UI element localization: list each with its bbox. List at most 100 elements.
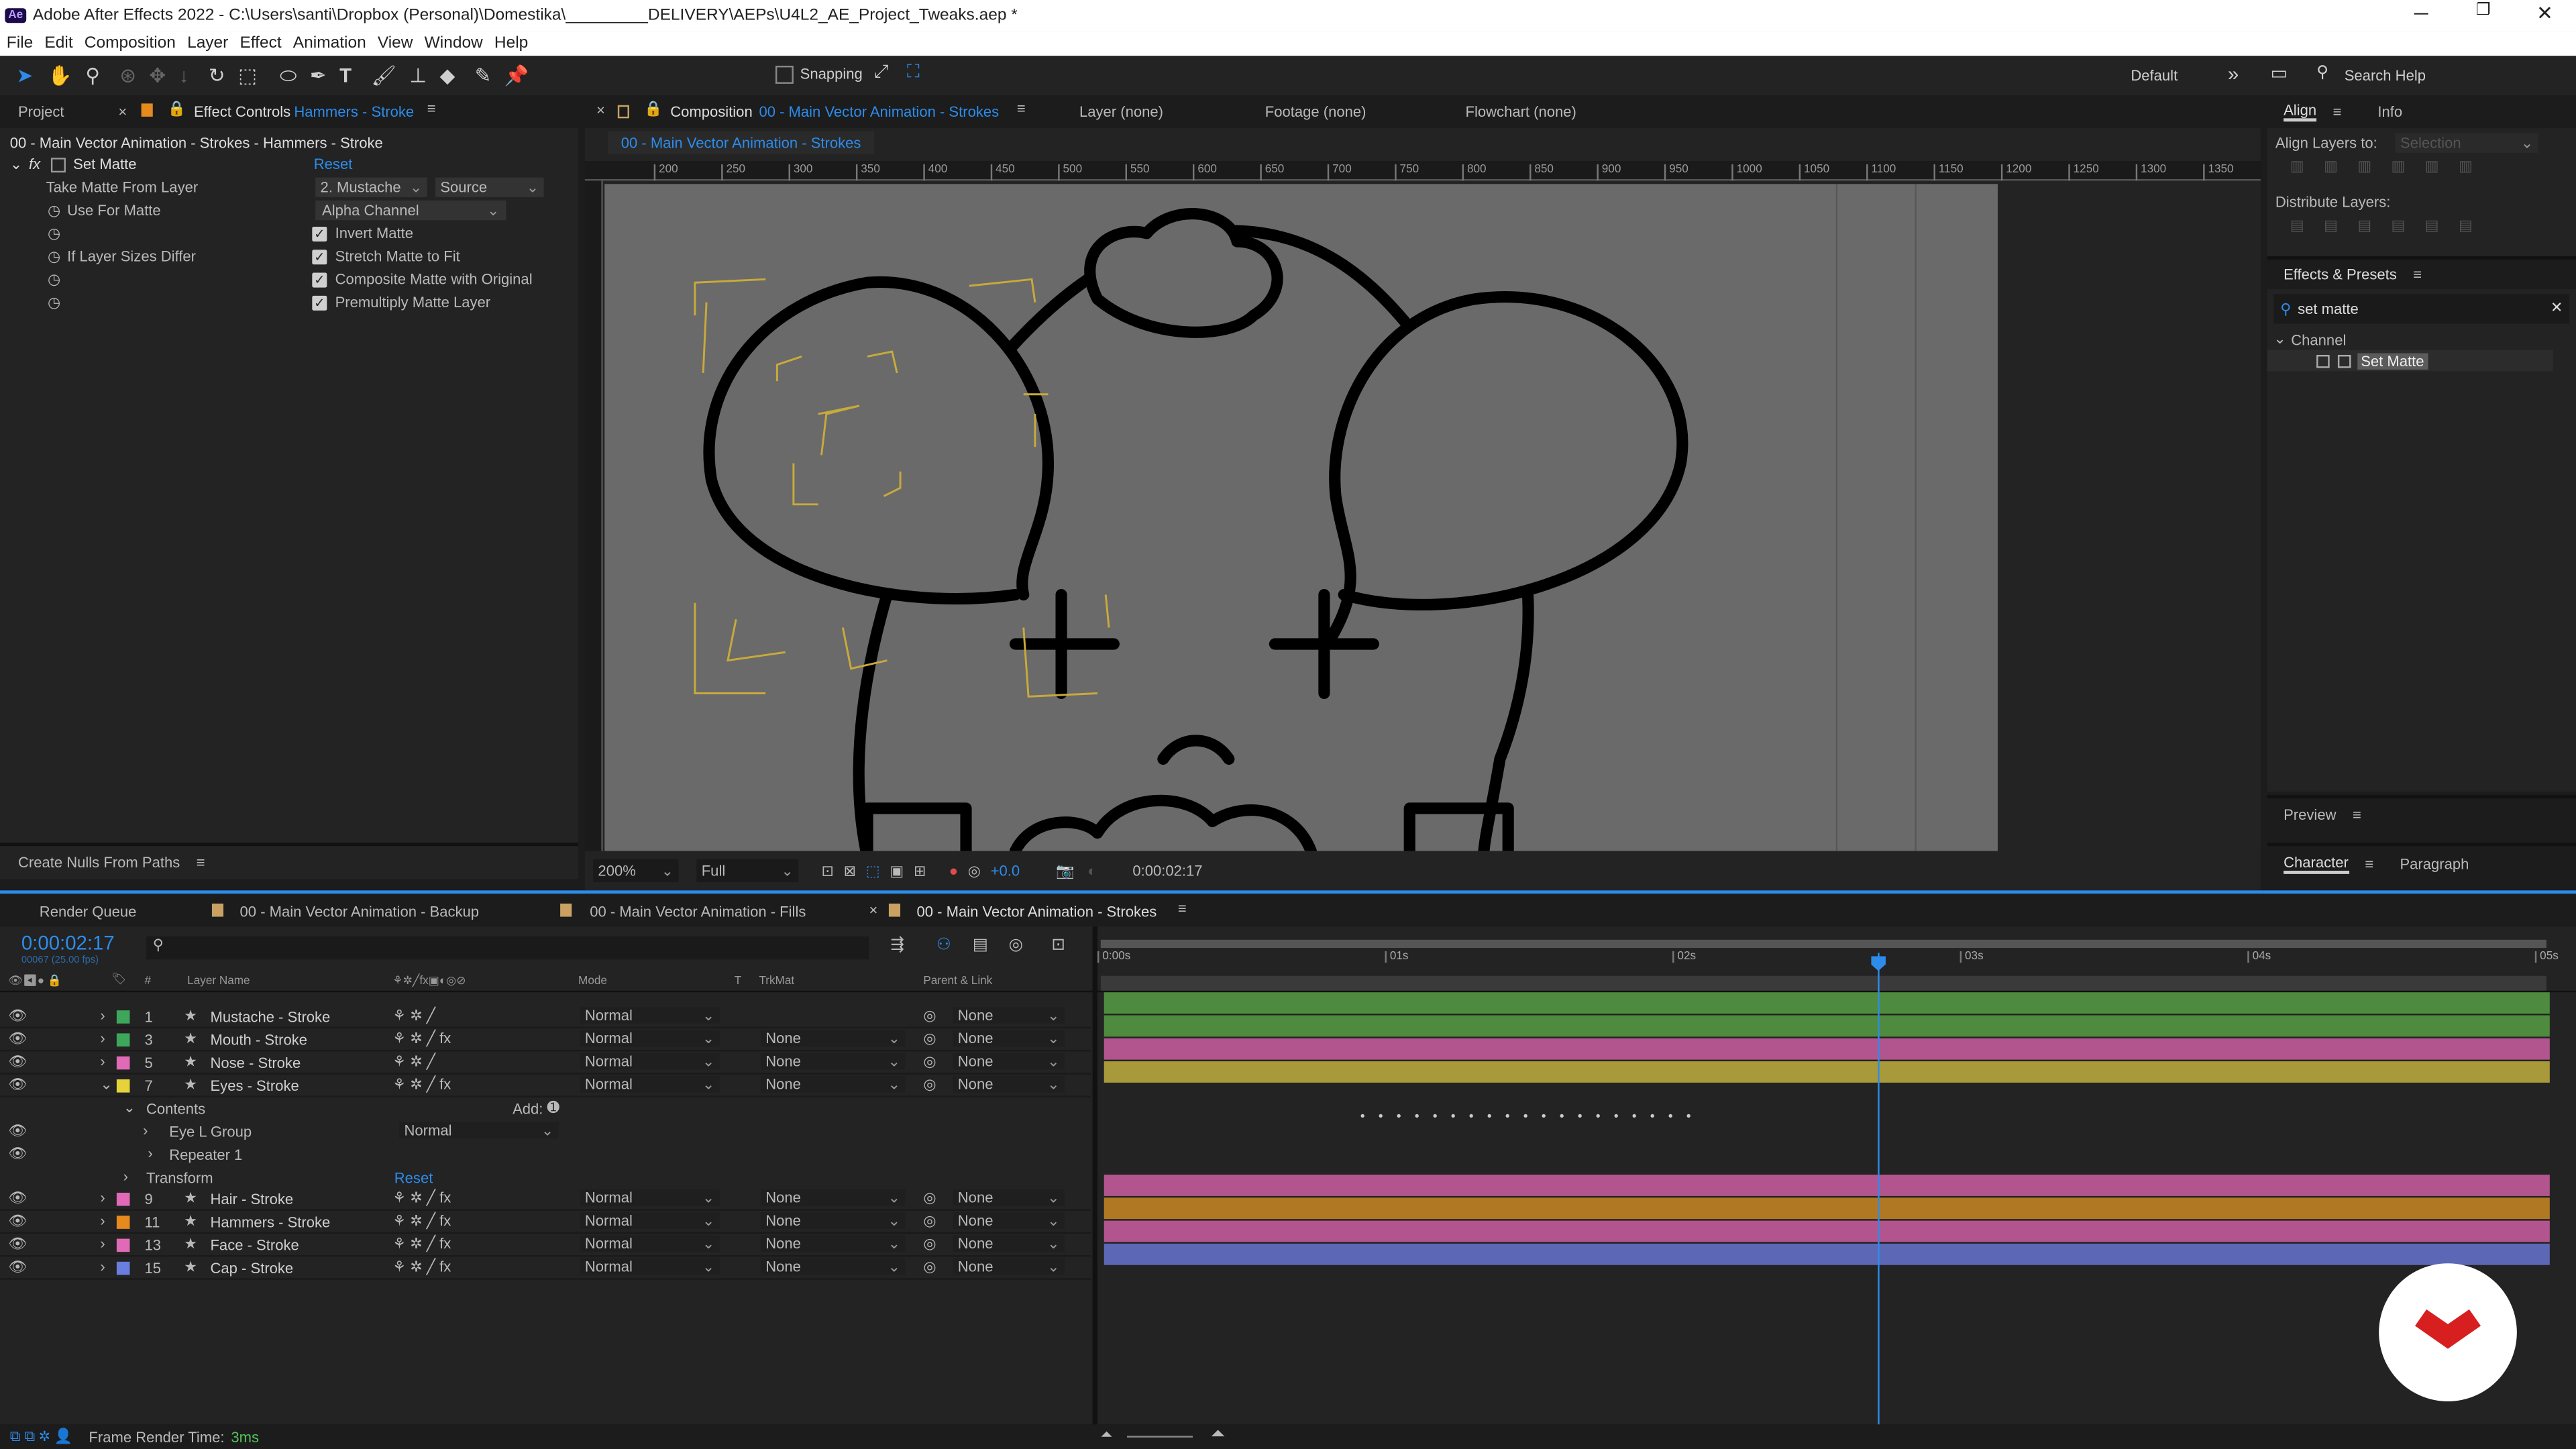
tab-paragraph[interactable]: Paragraph xyxy=(2400,856,2469,872)
comp-timecode[interactable]: 0:00:02:17 xyxy=(1132,863,1202,879)
roto-tool-icon[interactable]: ✎ xyxy=(475,64,492,87)
layer-bar[interactable] xyxy=(1104,1038,2550,1060)
close-tab-icon[interactable]: × xyxy=(869,902,878,918)
layer-name[interactable]: Hair - Stroke xyxy=(210,1191,293,1208)
comp-viewer[interactable] xyxy=(604,184,1998,851)
parent-dropdown[interactable]: None xyxy=(953,1212,1065,1229)
pan-tool-icon[interactable]: ✥ xyxy=(150,64,166,87)
tab-effect-layer[interactable]: Hammers - Stroke xyxy=(294,103,414,119)
status-icons[interactable]: ⧉ ⧉ ✲ 👤 xyxy=(10,1428,72,1446)
stamp-tool-icon[interactable]: ⊥ xyxy=(409,64,427,87)
align-to-dropdown[interactable]: Selection xyxy=(2395,133,2538,153)
expand-chevron-icon[interactable]: ⌄ xyxy=(2273,330,2286,348)
zoom-dropdown[interactable]: 200% xyxy=(593,859,679,883)
layer-bar[interactable] xyxy=(1104,1243,2550,1265)
panel-menu-icon[interactable]: ≡ xyxy=(197,854,205,870)
tab-align[interactable]: Align xyxy=(2284,102,2317,122)
tab-strokes[interactable]: 00 - Main Vector Animation - Strokes xyxy=(917,904,1157,920)
effect-reset-link[interactable]: Reset xyxy=(314,156,353,172)
stopwatch-icon[interactable]: ◷ xyxy=(48,293,60,311)
menu-file[interactable]: File xyxy=(7,34,33,52)
tab-info[interactable]: Info xyxy=(2377,103,2402,119)
mode-dropdown[interactable]: Normal xyxy=(580,1007,720,1024)
layer-switches-icons[interactable]: ⚘ ✲ ╱ fx xyxy=(392,1030,451,1049)
eye-icon[interactable]: 👁 xyxy=(8,1145,27,1163)
layer-bar[interactable] xyxy=(1104,1220,2550,1242)
snapshot-icon[interactable]: 📷 xyxy=(1056,862,1074,880)
work-area-bar[interactable] xyxy=(1100,939,2546,949)
trkmat-dropdown[interactable]: None xyxy=(760,1258,906,1275)
layer-bar[interactable] xyxy=(1104,992,2550,1014)
tab-fills[interactable]: 00 - Main Vector Animation - Fills xyxy=(590,904,806,920)
tab-layer[interactable]: Layer (none) xyxy=(1079,103,1163,119)
eye-icon[interactable]: 👁 xyxy=(8,1030,27,1049)
eye-icon[interactable]: 👁 xyxy=(8,1007,27,1025)
parent-dropdown[interactable]: None xyxy=(953,1258,1065,1275)
eye-icon[interactable]: 👁 xyxy=(8,1053,27,1071)
stopwatch-icon[interactable]: ◷ xyxy=(48,248,60,266)
snap-option-icon[interactable]: ⤢ xyxy=(874,62,889,84)
mask-icon[interactable]: ⬚ xyxy=(866,862,880,880)
twirl-icon[interactable]: › xyxy=(100,1053,105,1069)
layer-switches-icons[interactable]: ⚘ ✲ ╱ fx xyxy=(392,1189,451,1208)
group-mode-dropdown[interactable]: Normal xyxy=(399,1122,559,1139)
layer-row[interactable]: 👁 › 11 ★ Hammers - Stroke ⚘ ✲ ╱ fx Normal None ◎… xyxy=(0,1211,1091,1234)
add-icon[interactable]: ➊ xyxy=(547,1099,559,1117)
composite-matte-checkbox[interactable]: ✓ xyxy=(312,272,327,287)
create-nulls-tab[interactable]: Create Nulls From Paths xyxy=(18,854,180,870)
zoom-out-icon[interactable]: ⏶ xyxy=(1101,1426,1113,1444)
restore-icon[interactable]: ❐ xyxy=(2476,1,2491,19)
menu-help[interactable]: Help xyxy=(494,34,528,52)
panel-menu-icon[interactable]: ≡ xyxy=(2413,266,2422,282)
twirl-icon[interactable]: › xyxy=(123,1168,128,1184)
layer-name[interactable]: Face - Stroke xyxy=(210,1237,299,1253)
twirl-icon[interactable]: › xyxy=(143,1122,148,1138)
parent-dropdown[interactable]: None xyxy=(953,1076,1065,1093)
pen-tool-icon[interactable]: ✒ xyxy=(310,64,327,87)
clear-search-icon[interactable]: ✕ xyxy=(2551,299,2563,317)
parent-dropdown[interactable]: None xyxy=(953,1053,1065,1070)
guides-icon[interactable]: ▣ xyxy=(890,862,904,880)
trkmat-dropdown[interactable]: None xyxy=(760,1076,906,1093)
twirl-icon[interactable]: › xyxy=(100,1212,105,1228)
trkmat-dropdown[interactable]: None xyxy=(760,1053,906,1070)
ellipse-tool-icon[interactable]: ⬭ xyxy=(280,63,297,88)
use-for-matte-dropdown[interactable]: Alpha Channel xyxy=(315,200,506,221)
fx-icon[interactable]: fx xyxy=(29,156,40,172)
layer-switches-icons[interactable]: ⚘ ✲ ╱ fx xyxy=(392,1258,451,1277)
layer-name[interactable]: Mustache - Stroke xyxy=(210,1009,330,1025)
take-matte-dropdown[interactable]: 2. Mustache xyxy=(315,177,427,197)
transform-reset-link[interactable]: Reset xyxy=(394,1170,433,1186)
label-color[interactable] xyxy=(116,1261,130,1275)
menu-view[interactable]: View xyxy=(378,34,413,52)
twirl-icon[interactable]: › xyxy=(148,1145,152,1161)
distribute-buttons[interactable]: ▤▤▤▤▤▤ xyxy=(2267,217,2576,256)
layer-bar[interactable] xyxy=(1104,1175,2550,1196)
panel-menu-icon[interactable]: ≡ xyxy=(2365,856,2373,872)
playhead[interactable] xyxy=(1877,953,1880,1426)
twirl-icon[interactable]: ⌄ xyxy=(123,1099,136,1117)
pickwhip-icon[interactable]: ◎ xyxy=(923,1030,936,1049)
keyframe-dots[interactable]: • • • • • • • • • • • • • • • • • • • xyxy=(1360,1109,1696,1124)
zoom-slider[interactable] xyxy=(1127,1436,1193,1438)
label-color[interactable] xyxy=(116,1056,130,1070)
resolution-dropdown[interactable]: Full xyxy=(696,859,799,883)
add-label[interactable]: Add: xyxy=(513,1101,543,1117)
layer-name[interactable]: Hammers - Stroke xyxy=(210,1214,330,1230)
minimize-icon[interactable]: ─ xyxy=(2414,1,2428,24)
search-help-input[interactable]: Search Help xyxy=(2345,67,2426,83)
trkmat-dropdown[interactable]: None xyxy=(760,1212,906,1229)
layer-bar[interactable] xyxy=(1104,1197,2550,1220)
mode-dropdown[interactable]: Normal xyxy=(580,1258,720,1275)
mode-dropdown[interactable]: Normal xyxy=(580,1030,720,1047)
exposure-value[interactable]: +0.0 xyxy=(991,863,1020,879)
panel-menu-icon[interactable]: ≡ xyxy=(1017,100,1026,116)
parent-dropdown[interactable]: None xyxy=(953,1007,1065,1024)
layer-row[interactable]: 👁 › 5 ★ Nose - Stroke ⚘ ✲ ╱ Normal None ◎ None xyxy=(0,1051,1091,1075)
twirl-icon[interactable]: › xyxy=(100,1189,105,1205)
menu-effect[interactable]: Effect xyxy=(239,34,281,52)
layer-row[interactable]: 👁 › 3 ★ Mouth - Stroke ⚘ ✲ ╱ fx Normal None ◎ Non… xyxy=(0,1028,1091,1052)
pickwhip-icon[interactable]: ◎ xyxy=(923,1236,936,1254)
label-color[interactable] xyxy=(116,1079,130,1093)
layer-row[interactable]: 👁 › 15 ★ Cap - Stroke ⚘ ✲ ╱ fx Normal None ◎ None xyxy=(0,1256,1091,1280)
